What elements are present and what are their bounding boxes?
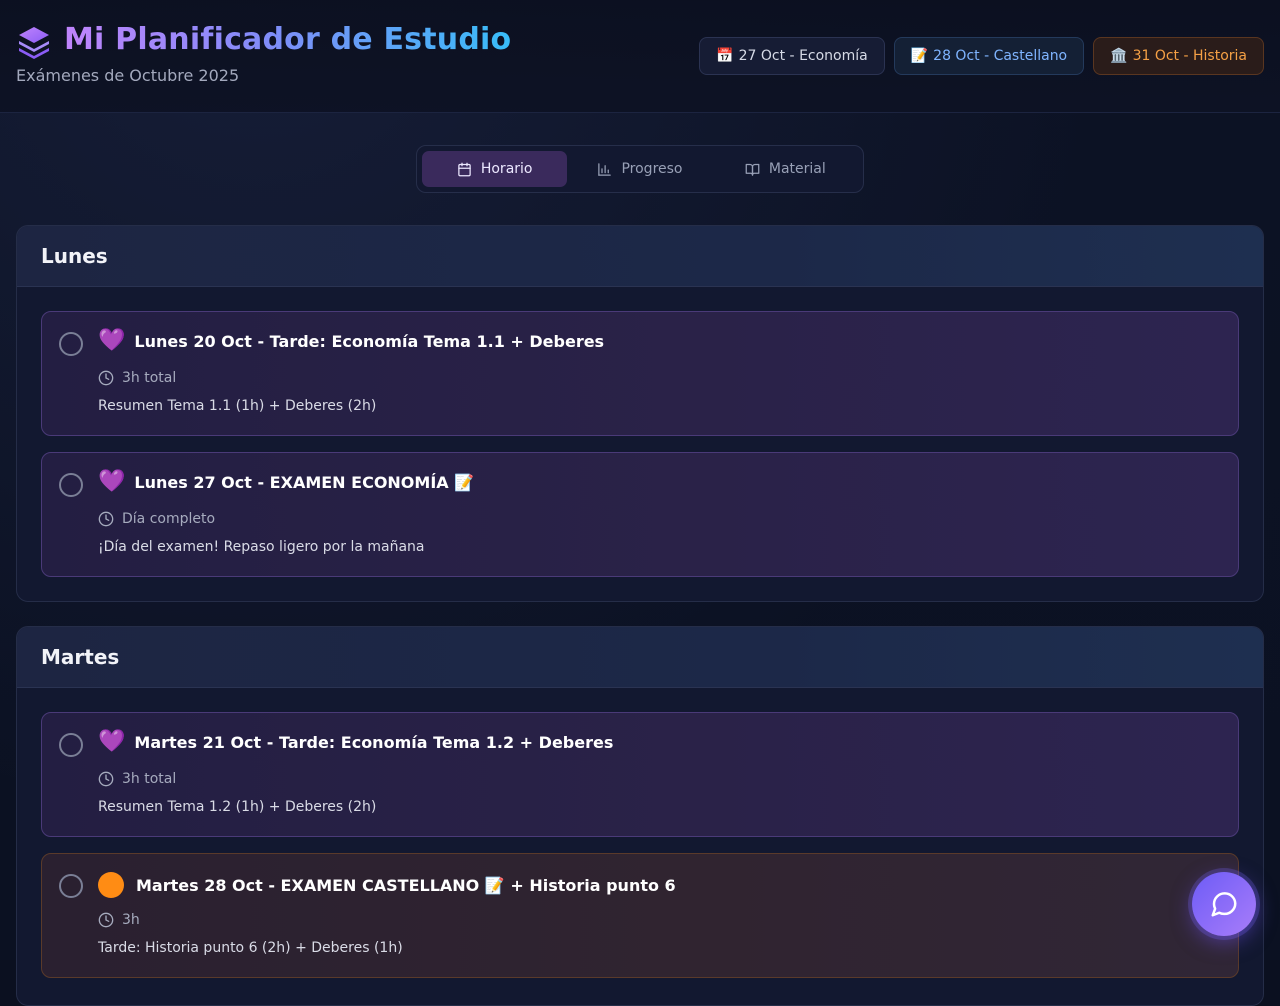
task-title-text: Lunes 20 Oct - Tarde: Economía Tema 1.1 …	[134, 331, 605, 351]
tab-label: Progreso	[621, 161, 683, 177]
exam-chip-historia[interactable]: 🏛️ 31 Oct - Historia	[1093, 37, 1264, 75]
day-section-martes: Martes 💜 Martes 21 Oct - Tarde: Economía…	[16, 626, 1264, 1006]
tab-horario[interactable]: Horario	[422, 151, 568, 187]
task-title: 💜 Lunes 27 Oct - EXAMEN ECONOMÍA 📝	[98, 471, 474, 493]
task-checkbox[interactable]	[59, 733, 83, 757]
exam-chip-label: 28 Oct - Castellano	[933, 48, 1068, 64]
clock-icon	[98, 511, 114, 527]
exam-chip-economia[interactable]: 📅 27 Oct - Economía	[699, 37, 885, 75]
app-subtitle: Exámenes de Octubre 2025	[16, 66, 240, 85]
task-title-text: Martes 28 Oct - EXAMEN CASTELLANO 📝 + Hi…	[136, 875, 676, 895]
task-duration-text: 3h	[122, 912, 140, 928]
tab-label: Horario	[480, 161, 533, 177]
exam-chip-label: 27 Oct - Economía	[738, 48, 868, 64]
tab-progreso[interactable]: Progreso	[567, 151, 712, 187]
task-title: Martes 28 Oct - EXAMEN CASTELLANO 📝 + Hi…	[98, 872, 676, 898]
purple-heart-icon: 💜	[98, 469, 126, 494]
task-description: Tarde: Historia punto 6 (2h) + Deberes (…	[98, 940, 403, 956]
task-checkbox[interactable]	[59, 874, 83, 898]
task-duration-text: Día completo	[122, 511, 216, 527]
task-list: 💜 Lunes 20 Oct - Tarde: Economía Tema 1.…	[17, 287, 1263, 601]
view-tabs: Horario Progreso Material	[416, 145, 864, 193]
task-duration: Día completo	[98, 511, 215, 527]
memo-emoji-icon: 📝	[910, 48, 929, 64]
tab-label: Material	[768, 161, 826, 177]
clock-icon	[98, 912, 114, 928]
task-duration-text: 3h total	[122, 771, 177, 787]
task-title-text: Martes 21 Oct - Tarde: Economía Tema 1.2…	[134, 732, 614, 752]
task-description: Resumen Tema 1.1 (1h) + Deberes (2h)	[98, 398, 377, 414]
task-card[interactable]: 💜 Lunes 20 Oct - Tarde: Economía Tema 1.…	[41, 311, 1239, 436]
orange-circle-icon	[98, 872, 124, 898]
task-duration: 3h total	[98, 771, 176, 787]
task-checkbox[interactable]	[59, 473, 83, 497]
clock-icon	[98, 771, 114, 787]
task-card[interactable]: Martes 28 Oct - EXAMEN CASTELLANO 📝 + Hi…	[41, 853, 1239, 978]
task-duration: 3h total	[98, 370, 176, 386]
clock-icon	[98, 370, 114, 386]
task-title: 💜 Lunes 20 Oct - Tarde: Economía Tema 1.…	[98, 330, 604, 352]
tab-material[interactable]: Material	[713, 151, 858, 187]
task-checkbox[interactable]	[59, 332, 83, 356]
day-section-lunes: Lunes 💜 Lunes 20 Oct - Tarde: Economía T…	[16, 225, 1264, 602]
book-open-icon	[745, 163, 760, 176]
task-card[interactable]: 💜 Martes 21 Oct - Tarde: Economía Tema 1…	[41, 712, 1239, 837]
task-description: Resumen Tema 1.2 (1h) + Deberes (2h)	[98, 799, 377, 815]
task-description: ¡Día del examen! Repaso ligero por la ma…	[98, 539, 425, 555]
task-title-text: Lunes 27 Oct - EXAMEN ECONOMÍA 📝	[134, 472, 475, 492]
day-title: Lunes	[17, 226, 1263, 287]
task-duration: 3h	[98, 912, 140, 928]
classical-building-emoji-icon: 🏛️	[1110, 48, 1128, 64]
layers-icon	[16, 24, 52, 60]
calendar-icon	[458, 162, 471, 176]
task-list: 💜 Martes 21 Oct - Tarde: Economía Tema 1…	[17, 688, 1263, 1002]
day-title: Martes	[17, 627, 1263, 688]
exam-chip-castellano[interactable]: 📝 28 Oct - Castellano	[893, 37, 1085, 75]
app-title: Mi Planificador de Estudio	[64, 22, 512, 57]
exam-dates: 📅 27 Oct - Economía 📝 28 Oct - Castellan…	[699, 37, 1264, 75]
calendar-emoji-icon: 📅	[716, 48, 734, 64]
exam-chip-label: 31 Oct - Historia	[1132, 48, 1247, 64]
app-header: Mi Planificador de Estudio Exámenes de O…	[0, 0, 1280, 113]
message-circle-icon	[1211, 892, 1237, 917]
task-title: 💜 Martes 21 Oct - Tarde: Economía Tema 1…	[98, 731, 613, 753]
purple-heart-icon: 💜	[98, 729, 126, 754]
task-card[interactable]: 💜 Lunes 27 Oct - EXAMEN ECONOMÍA 📝 Día c…	[41, 452, 1239, 577]
chat-button[interactable]	[1192, 872, 1256, 936]
bar-chart-icon	[598, 162, 612, 176]
purple-heart-icon: 💜	[98, 328, 126, 353]
task-duration-text: 3h total	[122, 370, 177, 386]
